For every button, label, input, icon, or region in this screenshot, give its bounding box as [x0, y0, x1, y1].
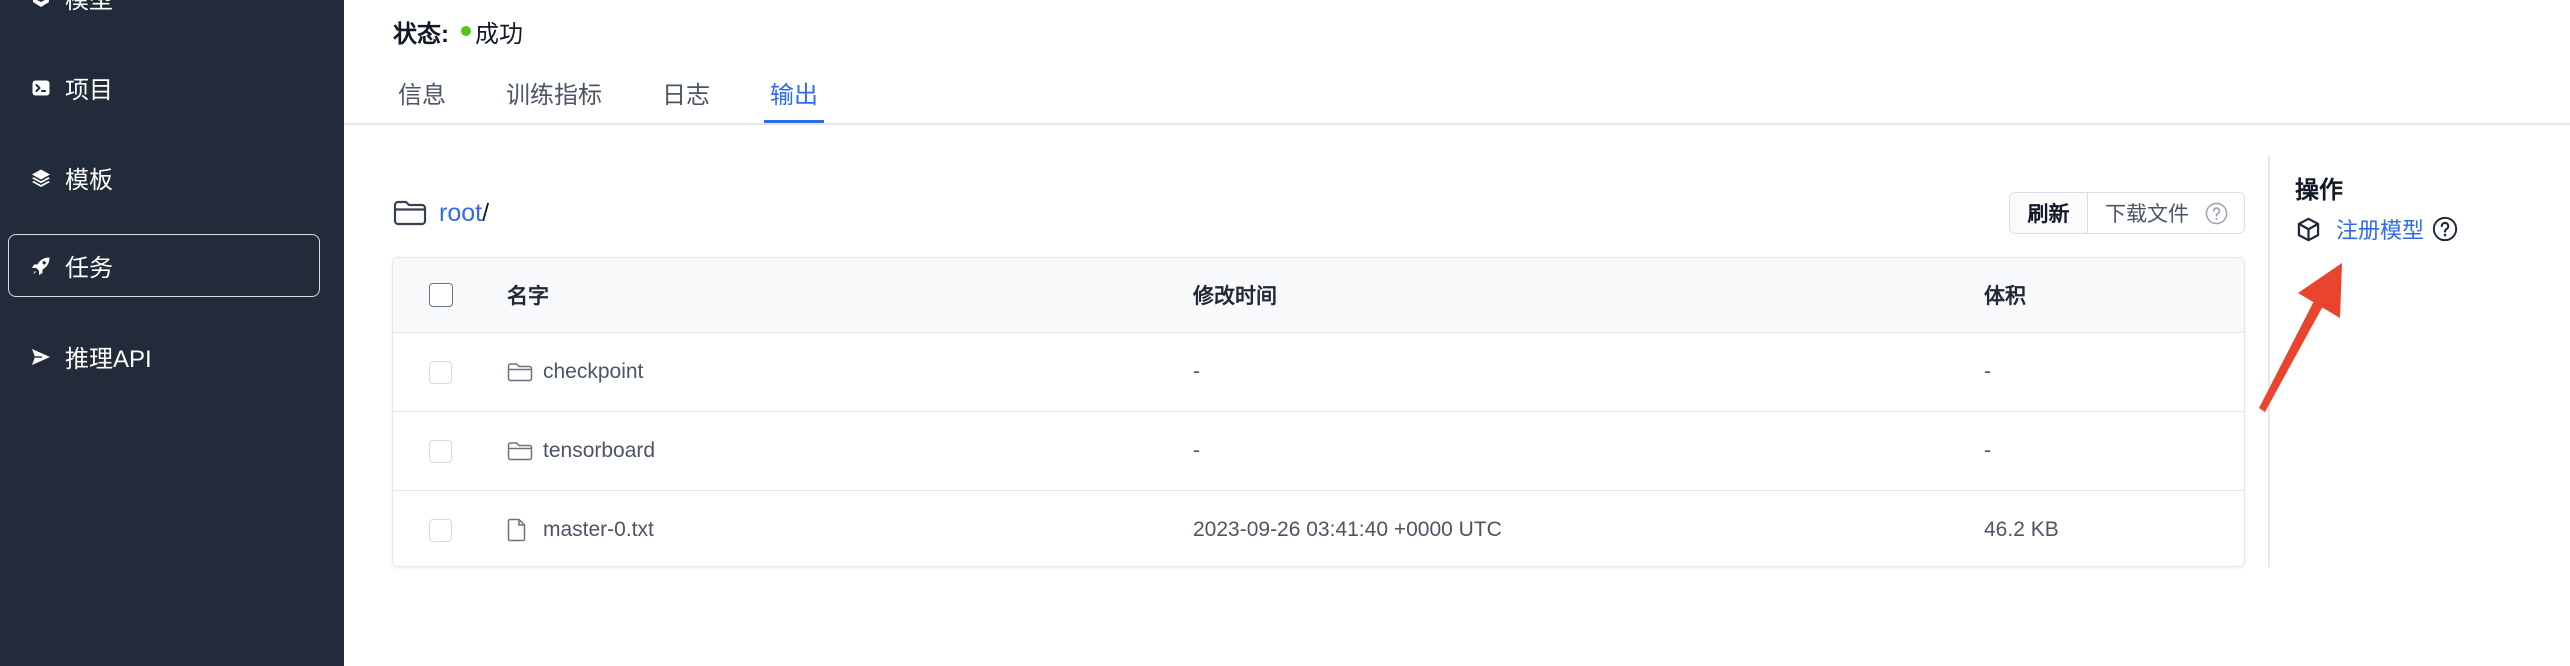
- table-header: 名字 修改时间 体积: [393, 258, 2244, 332]
- file-name[interactable]: master-0.txt: [543, 518, 654, 542]
- file-toolbar: 刷新 下载文件: [2009, 192, 2245, 234]
- file-icon: [507, 518, 533, 542]
- actions-title: 操作: [2295, 177, 2343, 204]
- folder-icon: [507, 439, 533, 463]
- row-checkbox[interactable]: [429, 439, 452, 463]
- rocket-icon: [31, 256, 51, 276]
- file-name-cell: checkpoint: [507, 333, 643, 411]
- status-dot-icon: [461, 26, 471, 36]
- header-checkbox-cell: [429, 258, 453, 332]
- row-checkbox-cell: [429, 333, 452, 411]
- breadcrumb-root-link[interactable]: root: [439, 199, 482, 228]
- model-icon: [31, 0, 51, 8]
- modified-time: 2023-09-26 03:41:40 +0000 UTC: [1193, 518, 1502, 541]
- file-size: -: [1984, 360, 1991, 383]
- status-label: 状态:: [393, 20, 449, 48]
- terminal-icon: [31, 78, 51, 98]
- row-checkbox-cell: [429, 491, 452, 566]
- cube-icon: [2295, 216, 2322, 243]
- sidebar-item-model[interactable]: 模型: [8, 0, 320, 29]
- file-name-cell: master-0.txt: [507, 491, 654, 566]
- file-name[interactable]: tensorboard: [543, 439, 655, 463]
- tab-info[interactable]: 信息: [392, 62, 452, 123]
- register-model-link[interactable]: 注册模型: [2336, 213, 2424, 245]
- layers-icon: [31, 168, 51, 188]
- tab-divider: [344, 123, 2570, 125]
- column-header-modified[interactable]: 修改时间: [1193, 258, 1277, 332]
- file-name[interactable]: checkpoint: [543, 360, 643, 384]
- file-table: 名字 修改时间 体积 checkpoint - - tensorboard - …: [392, 257, 2245, 567]
- actions-panel-divider: [2268, 156, 2270, 567]
- tab-bar: 信息 训练指标 日志 输出: [392, 62, 824, 123]
- row-checkbox[interactable]: [429, 360, 452, 384]
- register-model-action: 注册模型: [2295, 214, 2458, 244]
- folder-icon: [507, 360, 533, 384]
- row-checkbox[interactable]: [429, 518, 452, 542]
- select-all-checkbox[interactable]: [429, 283, 453, 307]
- modified-time: -: [1193, 439, 1200, 462]
- column-header-name[interactable]: 名字: [507, 258, 549, 332]
- job-status: 状态: 成功: [393, 16, 523, 48]
- refresh-button[interactable]: 刷新: [2010, 193, 2088, 233]
- table-row[interactable]: master-0.txt 2023-09-26 03:41:40 +0000 U…: [393, 490, 2244, 566]
- tab-training-metrics[interactable]: 训练指标: [500, 62, 608, 123]
- send-icon: [31, 347, 51, 367]
- file-size: -: [1984, 439, 1991, 462]
- question-circle-icon[interactable]: [2205, 202, 2228, 225]
- tab-logs[interactable]: 日志: [656, 62, 716, 123]
- table-row[interactable]: checkpoint - -: [393, 332, 2244, 411]
- modified-time: -: [1193, 360, 1200, 383]
- folder-open-icon: [393, 200, 427, 226]
- download-file-label: 下载文件: [2105, 203, 2189, 226]
- sidebar-item-label: 模型: [65, 0, 113, 14]
- sidebar-item-projects[interactable]: 项目: [8, 56, 320, 119]
- sidebar-item-inference-api[interactable]: 推理API: [8, 325, 320, 388]
- tab-output[interactable]: 输出: [764, 62, 824, 123]
- file-size: 46.2 KB: [1984, 518, 2059, 541]
- breadcrumb: root /: [393, 197, 489, 229]
- sidebar-item-templates[interactable]: 模板: [8, 146, 320, 209]
- sidebar-item-label: 推理API: [65, 346, 152, 373]
- row-checkbox-cell: [429, 412, 452, 490]
- file-name-cell: tensorboard: [507, 412, 655, 490]
- sidebar-item-label: 模板: [65, 167, 113, 194]
- download-file-button[interactable]: 下载文件: [2088, 193, 2244, 233]
- breadcrumb-separator: /: [482, 198, 490, 227]
- sidebar-item-tasks[interactable]: 任务: [8, 234, 320, 297]
- sidebar-item-label: 任务: [65, 255, 113, 282]
- status-value: 成功: [475, 20, 523, 48]
- table-row[interactable]: tensorboard - -: [393, 411, 2244, 490]
- sidebar: 模型 项目 模板 任务 推理API: [0, 0, 344, 666]
- sidebar-item-label: 项目: [65, 77, 113, 104]
- question-circle-icon[interactable]: [2432, 216, 2458, 242]
- column-header-size[interactable]: 体积: [1984, 258, 2026, 332]
